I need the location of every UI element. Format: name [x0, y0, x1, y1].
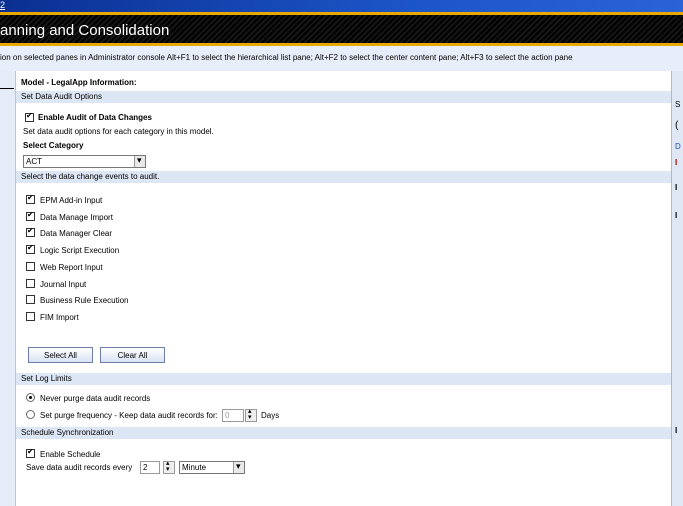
- audit-description: Set data audit options for each category…: [23, 127, 214, 136]
- section-title: Schedule Synchronization: [21, 428, 114, 437]
- chevron-down-icon[interactable]: [233, 461, 244, 473]
- enable-schedule-label: Enable Schedule: [40, 450, 101, 459]
- never-purge-radio[interactable]: [26, 393, 35, 402]
- event-label: Logic Script Execution: [40, 246, 120, 255]
- event-checkbox-data-manager-clear[interactable]: [26, 226, 35, 237]
- section-title: Select the data change events to audit.: [21, 172, 160, 181]
- event-checkbox-logic-script[interactable]: [26, 243, 35, 254]
- enable-schedule-checkbox[interactable]: [26, 447, 35, 458]
- pane-tab-line: [0, 88, 14, 89]
- days-label: Days: [261, 411, 280, 420]
- event-label: EPM Add-in Input: [40, 196, 103, 205]
- section-header-log-limits: Set Log Limits: [16, 373, 671, 385]
- event-label: Web Report Input: [40, 263, 103, 272]
- hierarchical-list-pane[interactable]: [0, 71, 16, 506]
- category-selected-value: ACT: [26, 157, 42, 166]
- section-header-audit-options: Set Data Audit Options: [16, 91, 671, 103]
- section-header-events: Select the data change events to audit.: [16, 171, 671, 183]
- category-select[interactable]: ACT: [23, 155, 146, 168]
- purge-days-input[interactable]: 0: [222, 409, 244, 422]
- interval-unit-value: Minute: [182, 463, 207, 472]
- select-category-label: Select Category: [23, 141, 84, 150]
- event-label: Data Manage Import: [40, 213, 113, 222]
- action-pane[interactable]: S ( D I I I I: [671, 71, 683, 506]
- action-pane-letter: (: [675, 120, 679, 131]
- app-title: anning and Consolidation: [0, 22, 170, 39]
- interval-input[interactable]: 2: [140, 461, 160, 474]
- purge-days-stepper[interactable]: [245, 407, 257, 422]
- action-pane-link[interactable]: D: [675, 142, 681, 151]
- purge-days-value: 0: [225, 411, 230, 420]
- event-label: FIM Import: [40, 313, 79, 322]
- chevron-down-icon[interactable]: [134, 155, 145, 167]
- event-checkbox-data-manage-import[interactable]: [26, 210, 35, 221]
- enable-audit-label: Enable Audit of Data Changes: [38, 113, 152, 122]
- keyboard-hint-text: ion on selected panes in Administrator c…: [0, 53, 573, 62]
- event-checkbox-journal[interactable]: [26, 279, 35, 288]
- os-top-bar: 2: [0, 0, 683, 12]
- action-pane-letter: I: [675, 426, 678, 435]
- save-interval-label: Save data audit records every: [26, 463, 133, 472]
- never-purge-label: Never purge data audit records: [40, 394, 151, 403]
- section-header-schedule: Schedule Synchronization: [16, 427, 671, 439]
- action-pane-letter: I: [675, 211, 678, 220]
- select-all-button[interactable]: Select All: [28, 347, 93, 363]
- interval-stepper[interactable]: [163, 459, 175, 474]
- clear-all-button[interactable]: Clear All: [100, 347, 165, 363]
- section-title: Set Data Audit Options: [21, 92, 102, 101]
- purge-frequency-radio[interactable]: [26, 410, 35, 419]
- interval-unit-select[interactable]: Minute: [179, 461, 245, 474]
- event-checkbox-fim-import[interactable]: [26, 312, 35, 321]
- event-checkbox-web-report[interactable]: [26, 262, 35, 271]
- app-title-bar: anning and Consolidation: [0, 15, 683, 43]
- event-label: Journal Input: [40, 280, 87, 289]
- interval-value: 2: [143, 463, 148, 472]
- center-content-pane: Model - LegalApp Information: Set Data A…: [16, 71, 671, 506]
- keyboard-hint-bar: ion on selected panes in Administrator c…: [0, 46, 683, 71]
- action-pane-letter: I: [675, 158, 678, 167]
- purge-frequency-label: Set purge frequency - Keep data audit re…: [40, 411, 218, 420]
- model-heading: Model - LegalApp Information:: [21, 78, 137, 87]
- action-pane-letter: I: [675, 183, 678, 192]
- event-checkbox-business-rule[interactable]: [26, 295, 35, 304]
- top-link[interactable]: 2: [0, 0, 5, 11]
- event-label: Business Rule Execution: [40, 296, 129, 305]
- event-label: Data Manager Clear: [40, 229, 113, 238]
- action-pane-letter: S: [675, 100, 681, 109]
- enable-audit-checkbox[interactable]: [25, 111, 34, 122]
- event-checkbox-epm-addin[interactable]: [26, 193, 35, 204]
- section-title: Set Log Limits: [21, 374, 72, 383]
